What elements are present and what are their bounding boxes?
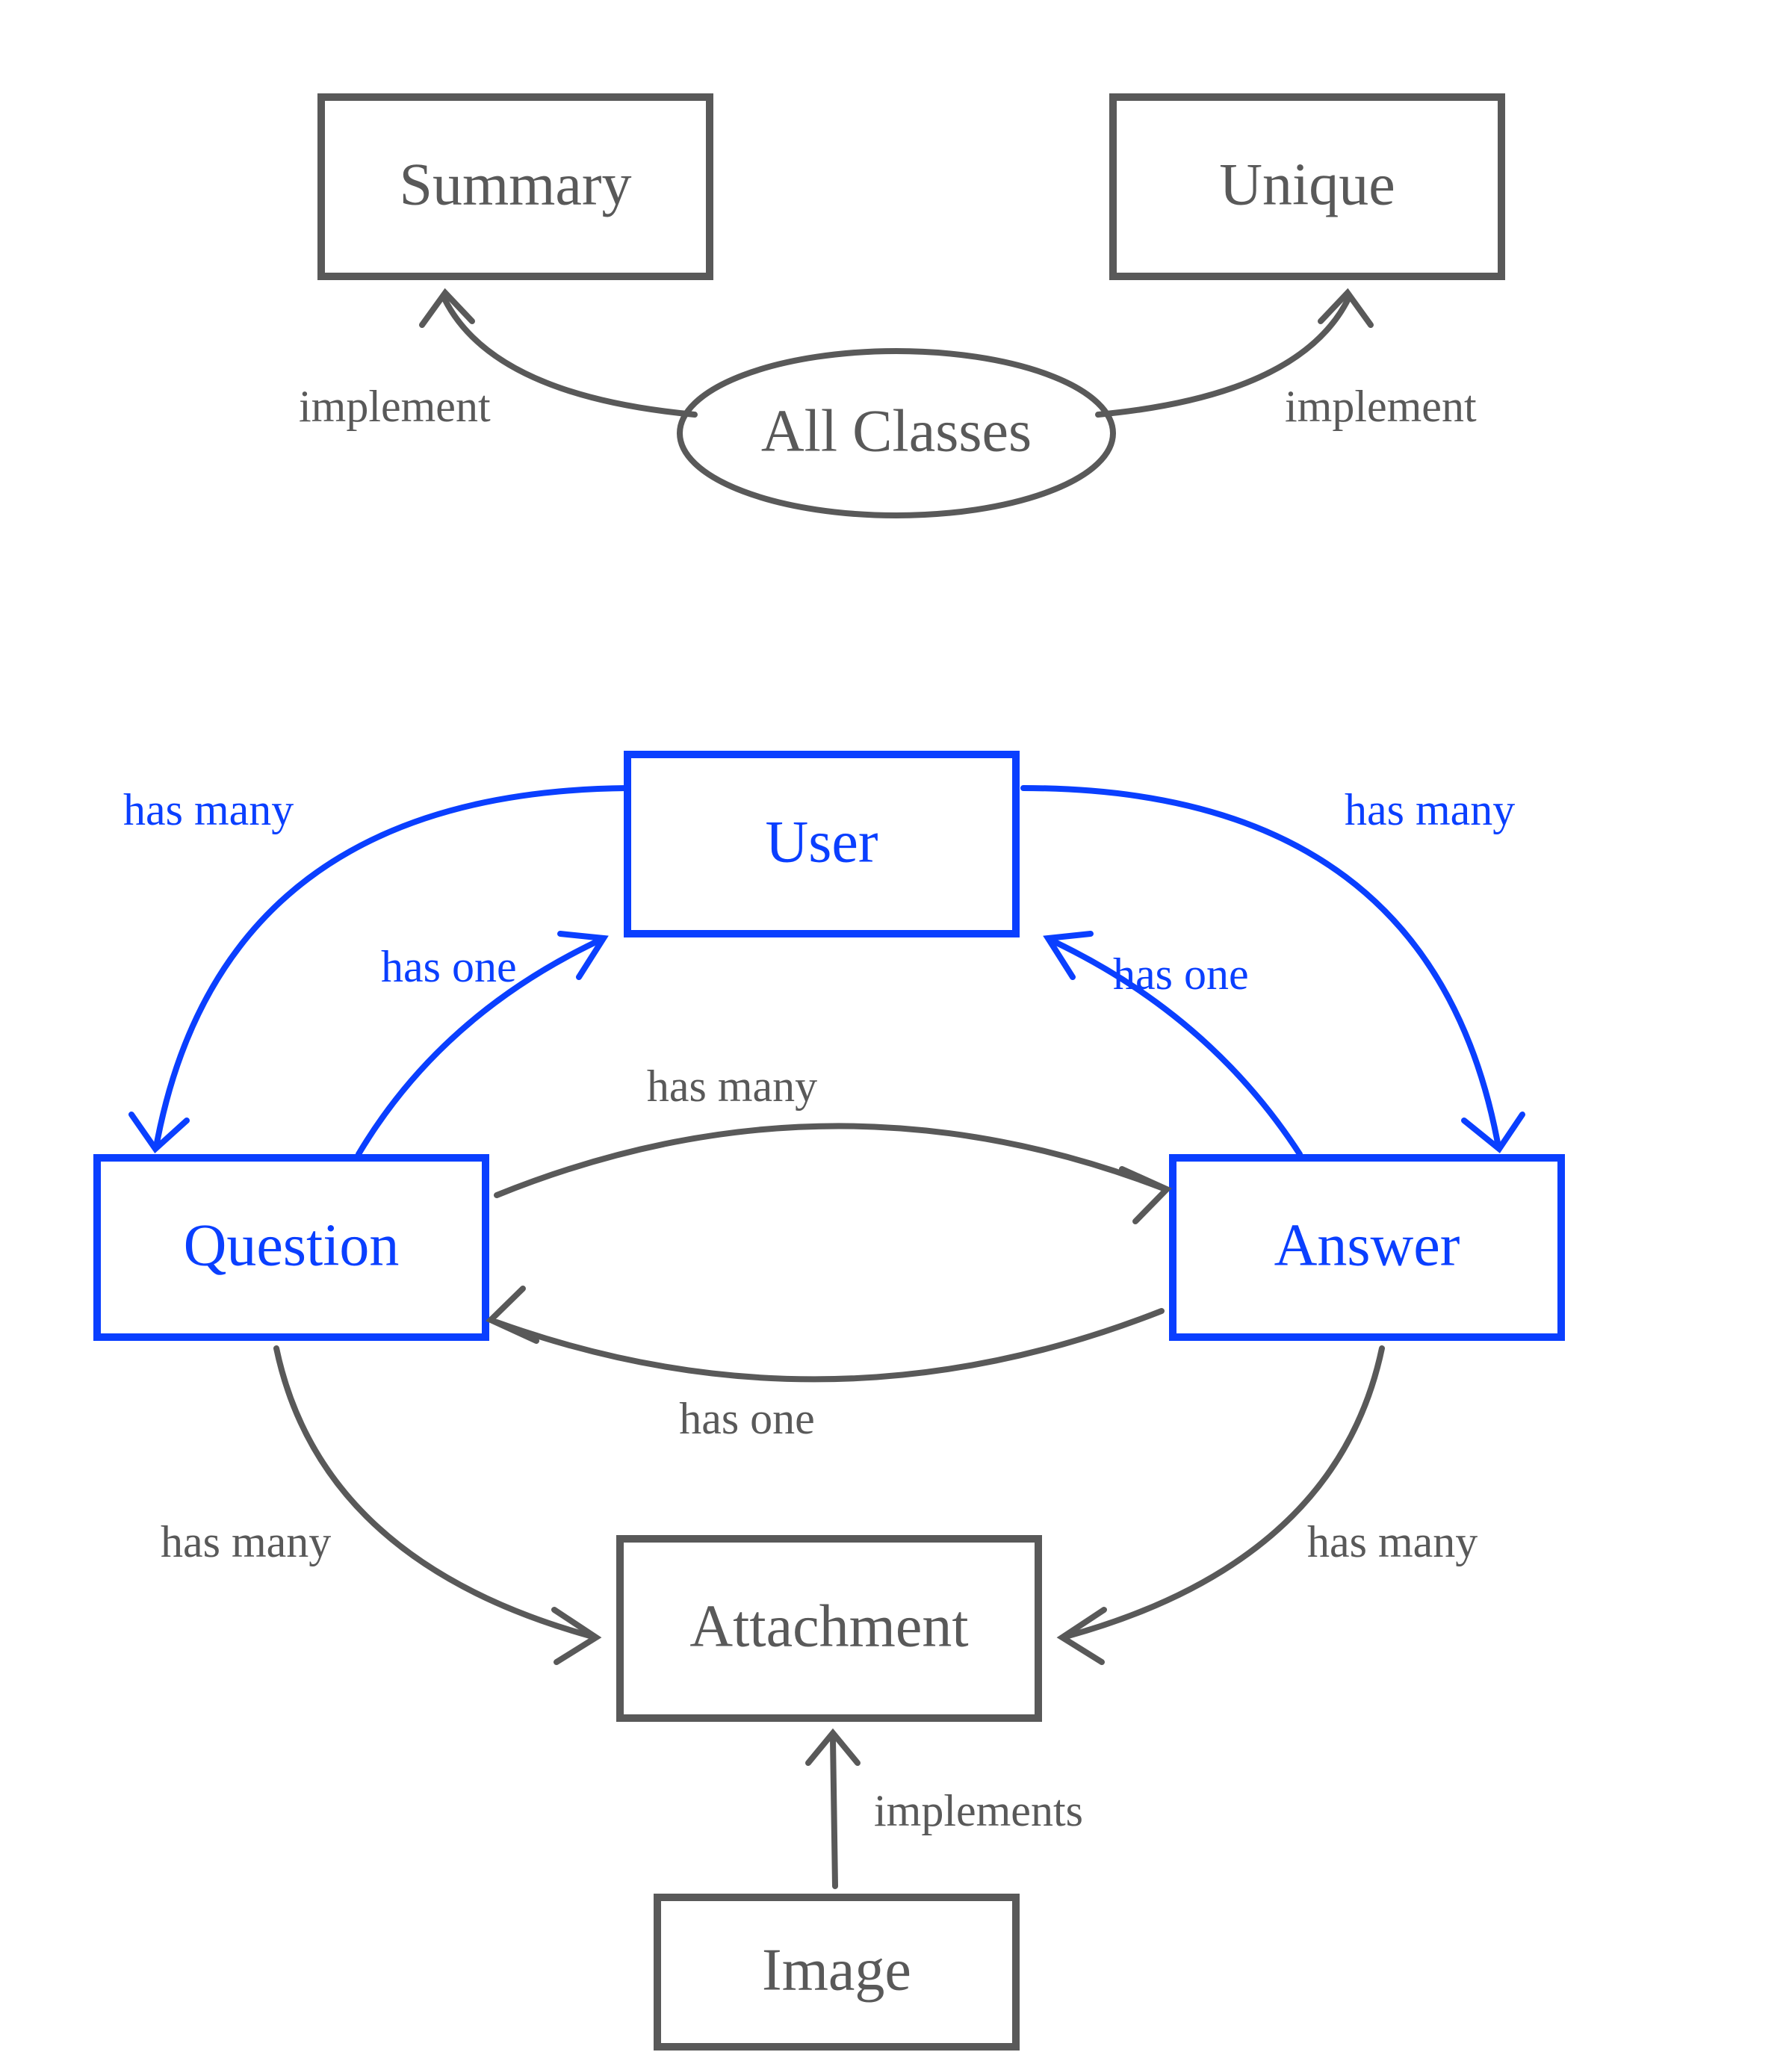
edge-label-user-a-many: has many (1345, 785, 1515, 834)
edge-allclasses-summary: implement (299, 293, 695, 431)
node-answer: Answer (1173, 1158, 1561, 1337)
node-attachment: Attachment (620, 1539, 1038, 1718)
node-summary: Summary (321, 97, 710, 276)
edge-label-ac-unique: implement (1285, 382, 1477, 431)
edge-question-user-one: has one (359, 934, 604, 1154)
edge-label-ac-summary: implement (299, 382, 491, 431)
edge-label-a-q-one: has one (679, 1394, 815, 1443)
label-question: Question (184, 1212, 400, 1278)
edge-answer-user-one: has one (1048, 934, 1300, 1154)
label-answer: Answer (1274, 1212, 1460, 1278)
node-unique: Unique (1113, 97, 1501, 276)
edge-answer-attachment: has many (1062, 1348, 1478, 1662)
edge-answer-question-one: has one (491, 1289, 1162, 1443)
edge-label-a-user-one: has one (1113, 949, 1249, 999)
edge-allclasses-unique: implement (1098, 293, 1477, 431)
node-question: Question (97, 1158, 486, 1337)
edge-question-answer-many: has many (497, 1061, 1167, 1221)
edge-question-attachment: has many (161, 1348, 596, 1662)
edge-label-q-a-many: has many (647, 1061, 817, 1111)
label-unique: Unique (1219, 152, 1395, 217)
label-attachment: Attachment (689, 1593, 968, 1659)
label-image: Image (762, 1937, 911, 2003)
label-user: User (765, 809, 878, 875)
node-image: Image (657, 1897, 1016, 2047)
label-allclasses: All Classes (761, 398, 1032, 464)
edge-label-user-q-many: has many (123, 785, 294, 834)
edge-label-q-user-one: has one (381, 942, 517, 991)
node-allclasses: All Classes (680, 351, 1113, 515)
edge-image-attachment: implements (808, 1733, 1083, 1886)
edge-label-img-att: implements (874, 1786, 1083, 1835)
label-summary: Summary (399, 152, 631, 217)
node-user: User (627, 754, 1016, 934)
edge-label-q-att-many: has many (161, 1517, 331, 1566)
edge-label-a-att-many: has many (1307, 1517, 1478, 1566)
